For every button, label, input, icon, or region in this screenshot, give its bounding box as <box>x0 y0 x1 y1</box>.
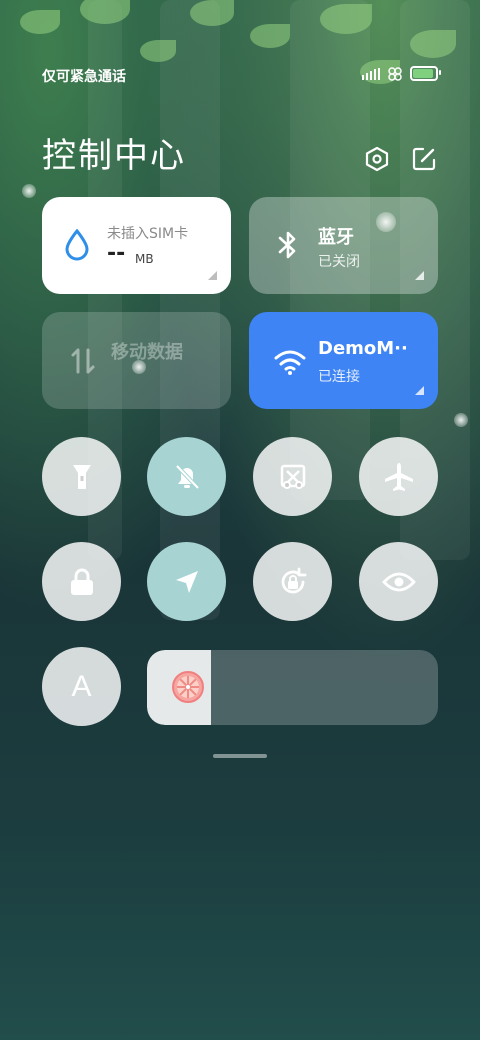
leaf <box>140 40 176 62</box>
status-icons <box>362 66 441 81</box>
eye-icon <box>381 572 416 591</box>
carrier-text: 仅可紧急通话 <box>42 69 126 85</box>
signal-icon <box>362 67 380 80</box>
settings-icon[interactable] <box>364 146 390 172</box>
leaf <box>410 30 456 58</box>
auto-rotate-toggle[interactable] <box>253 542 332 621</box>
firefly-light <box>454 413 468 427</box>
scissors-icon <box>280 464 305 489</box>
data-usage-card[interactable]: 未插入SIM卡 -- MB <box>42 197 231 294</box>
wifi-icon <box>274 350 306 375</box>
battery-icon <box>410 66 441 81</box>
lock-icon <box>70 568 93 595</box>
airplane-icon <box>384 462 413 491</box>
bluetooth-card[interactable]: 蓝牙 已关闭 <box>249 197 438 294</box>
vibrate-icon <box>388 66 402 81</box>
flashlight-toggle[interactable] <box>42 437 121 516</box>
wifi-status: 已连接 <box>318 369 360 385</box>
leaf <box>190 0 234 26</box>
mobile-data-arrows-icon <box>71 348 95 374</box>
location-toggle[interactable] <box>147 542 226 621</box>
auto-brightness-toggle[interactable]: A <box>42 647 121 726</box>
brightness-slider[interactable] <box>147 650 438 725</box>
mobile-data-card[interactable]: 移动数据 <box>42 312 231 409</box>
reading-mode-toggle[interactable] <box>359 542 438 621</box>
airplane-mode-toggle[interactable] <box>359 437 438 516</box>
edit-icon[interactable] <box>411 146 437 172</box>
bluetooth-status: 已关闭 <box>318 254 360 270</box>
water-drop-icon <box>65 229 89 261</box>
wifi-card[interactable]: DemoM·· 已连接 <box>249 312 438 409</box>
mobile-data-title: 移动数据 <box>111 342 183 363</box>
status-bar: 仅可紧急通话 <box>42 66 441 88</box>
tree-trunk <box>160 0 220 620</box>
expand-corner-icon <box>208 271 217 280</box>
leaf <box>320 4 372 34</box>
expand-corner-icon <box>415 386 424 395</box>
bluetooth-icon <box>278 231 296 259</box>
bell-off-icon <box>175 464 199 489</box>
drag-handle[interactable] <box>213 754 267 758</box>
sim-status-label: 未插入SIM卡 <box>107 226 189 242</box>
mute-toggle[interactable] <box>147 437 226 516</box>
flashlight-icon <box>72 464 91 489</box>
expand-corner-icon <box>415 271 424 280</box>
location-arrow-icon <box>175 570 198 593</box>
leaf <box>250 24 290 48</box>
data-usage-unit: MB <box>135 252 154 266</box>
bluetooth-title: 蓝牙 <box>318 227 354 248</box>
auto-brightness-label: A <box>71 669 92 703</box>
wifi-network-name: DemoM·· <box>318 338 408 359</box>
screenshot-toggle[interactable] <box>253 437 332 516</box>
page-title: 控制中心 <box>42 136 186 176</box>
grapefruit-brightness-icon <box>172 671 204 703</box>
rotate-lock-icon <box>281 567 306 593</box>
leaf <box>20 10 60 34</box>
firefly-light <box>22 184 36 198</box>
lock-screen-toggle[interactable] <box>42 542 121 621</box>
data-usage-value: -- <box>107 241 126 266</box>
control-center-screen: 仅可紧急通话 控制中心 未插入SIM卡 -- MB 蓝牙 已关闭 移动数据 De… <box>0 0 480 1040</box>
